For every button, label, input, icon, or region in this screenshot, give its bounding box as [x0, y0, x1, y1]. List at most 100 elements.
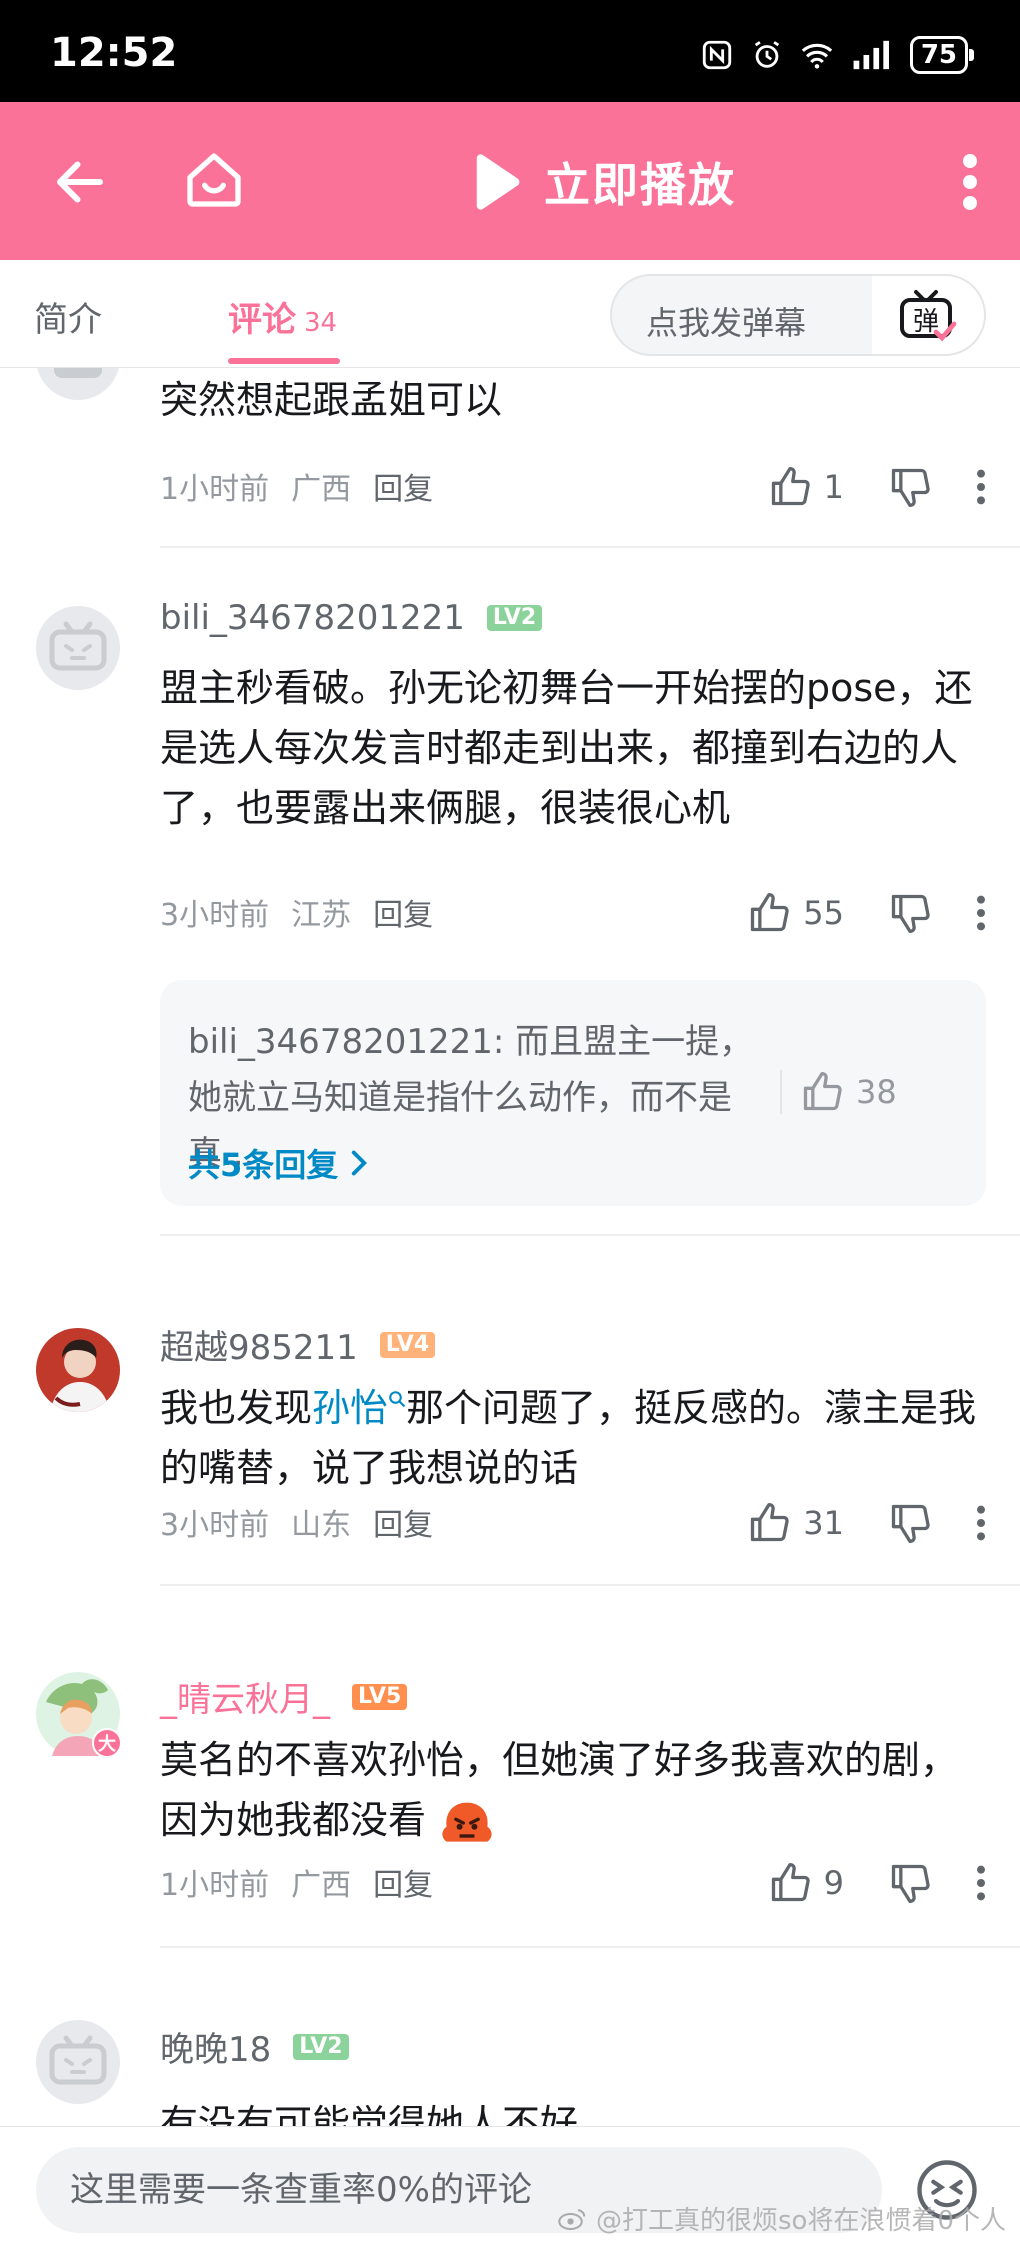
play-icon	[476, 154, 520, 210]
default-avatar-icon	[49, 2035, 107, 2085]
home-icon[interactable]	[182, 148, 246, 212]
avatar[interactable]	[36, 1328, 120, 1412]
comment-text: 盟主秒看破。孙无论初舞台一开始摆的pose，还是选人每次发言时都走到出来，都撞到…	[160, 666, 973, 830]
sub-reply-like[interactable]: 38	[780, 1070, 897, 1114]
thumbs-up-icon	[751, 893, 789, 932]
comment-time: 1小时前	[160, 472, 270, 507]
play-now-label: 立即播放	[544, 158, 736, 212]
like-button[interactable]: 31	[747, 1501, 844, 1545]
username[interactable]: _晴云秋月_ LV5	[160, 1672, 408, 1721]
view-all-replies-link[interactable]: 共5条回复	[188, 1140, 370, 1186]
username[interactable]: 晚晚18 LV2	[160, 2022, 349, 2071]
danmaku-toggle-button[interactable]: 弹	[872, 276, 984, 354]
battery-indicator: 75	[909, 36, 975, 74]
comment-actions: 9	[720, 1858, 1020, 1908]
default-avatar-icon	[49, 621, 107, 671]
username[interactable]: bili_34678201221 LV2	[160, 598, 543, 638]
comment-meta: 3小时前 山东 回复	[160, 1500, 433, 1544]
thumbs-down-icon[interactable]	[888, 1861, 932, 1905]
comment-more-icon[interactable]	[976, 891, 986, 935]
sub-like-count: 38	[856, 1073, 897, 1111]
avatar[interactable]: 大	[36, 1672, 122, 1758]
top-nav-bar: 立即播放	[0, 102, 1020, 260]
signal-icon	[853, 40, 889, 70]
comment-list: 突然想起跟孟姐可以 1小时前 广西 回复 1 bili_34678201221 …	[0, 368, 1020, 2126]
back-arrow-icon[interactable]	[50, 152, 110, 212]
chevron-right-icon	[352, 1150, 368, 1176]
thumbs-down-icon[interactable]	[888, 891, 932, 935]
like-count: 9	[823, 1864, 844, 1902]
reply-button[interactable]: 回复	[373, 890, 433, 934]
thumbs-down-icon[interactable]	[888, 465, 932, 509]
comment-more-icon[interactable]	[976, 1501, 986, 1545]
tab-comments[interactable]: 评论 34	[228, 292, 337, 341]
comment-count: 34	[304, 308, 338, 338]
reply-button[interactable]: 回复	[373, 1860, 433, 1904]
angry-emoji-icon	[442, 1802, 492, 1842]
status-time: 12:52	[50, 30, 178, 76]
sub-replies-box[interactable]: bili_34678201221: 而且盟主一提，她就立马知道是指什么动作，而不…	[160, 980, 986, 1206]
play-now-button[interactable]: 立即播放	[470, 144, 736, 220]
comment-time: 3小时前	[160, 898, 270, 933]
comment-actions: 55	[720, 888, 1020, 938]
divider	[160, 1946, 1020, 1948]
comment-more-icon[interactable]	[976, 1861, 986, 1905]
weibo-watermark: @打工真的很烦so将在浪惯着0个人	[558, 2200, 1006, 2237]
more-vertical-icon[interactable]	[960, 154, 980, 210]
thumbs-up-icon	[751, 1503, 789, 1542]
comment-meta: 1小时前 广西 回复	[160, 464, 433, 508]
level-badge: LV2	[293, 2033, 349, 2060]
thumbs-up-icon	[771, 467, 810, 506]
search-icon	[389, 1391, 406, 1408]
comment-region: 广西	[291, 472, 352, 507]
status-bar: 12:52 75	[0, 0, 1020, 102]
danmaku-input[interactable]: 点我发弹幕 弹	[610, 274, 986, 356]
search-keyword-link[interactable]: 孙怡	[312, 1386, 388, 1430]
tab-intro[interactable]: 简介	[34, 292, 102, 341]
divider	[160, 546, 1020, 548]
comment-region: 广西	[291, 1868, 352, 1903]
comment-actions: 31	[720, 1498, 1020, 1548]
watermark-text: @打工真的很烦so将在浪惯着0个人	[596, 2206, 1006, 2236]
comment-text: 有没有可能觉得她人不好	[160, 2102, 579, 2126]
like-count: 1	[823, 468, 844, 506]
level-badge: LV2	[486, 605, 543, 631]
tab-comments-label: 评论	[228, 300, 296, 340]
view-all-replies-label: 共5条回复	[188, 1146, 339, 1184]
avatar[interactable]	[36, 606, 120, 690]
vip-badge: 大	[92, 1728, 122, 1758]
comment-more-icon[interactable]	[976, 465, 986, 509]
danmaku-tv-icon: 弹	[900, 290, 957, 342]
comment-text-content: 莫名的不喜欢孙怡，但她演了好多我喜欢的剧，因为她我都没看	[160, 1738, 959, 1842]
username-text: 超越985211	[160, 1328, 358, 1368]
tab-bar: 简介 评论 34 点我发弹幕 弹	[0, 260, 1020, 368]
comment-region: 江苏	[291, 898, 352, 933]
username-text: 晚晚18	[160, 2030, 272, 2070]
comment-text-part: 我也发现	[160, 1386, 313, 1430]
nfc-icon	[702, 40, 731, 70]
username[interactable]: 超越985211 LV4	[160, 1320, 436, 1369]
avatar[interactable]	[36, 368, 120, 400]
reply-button[interactable]: 回复	[373, 1500, 433, 1544]
like-count: 31	[803, 1504, 844, 1542]
comment-text: 我也发现孙怡 那个问题了，挺反感的。濛主是我的嘴替，说了我想说的话	[160, 1378, 980, 1498]
alarm-icon	[754, 41, 779, 68]
comment-meta: 3小时前 江苏 回复	[160, 890, 433, 934]
wifi-icon	[801, 43, 833, 69]
comment-meta: 1小时前 广西 回复	[160, 1860, 433, 1904]
comment-time: 1小时前	[160, 1868, 270, 1903]
thumbs-up-icon	[771, 1863, 810, 1902]
reply-button[interactable]: 回复	[373, 464, 433, 508]
weibo-logo-icon	[558, 2208, 586, 2230]
like-button[interactable]: 1	[768, 465, 844, 509]
like-button[interactable]: 55	[747, 891, 844, 935]
user-photo-avatar	[36, 1328, 120, 1412]
like-button[interactable]: 9	[768, 1861, 844, 1905]
thumbs-down-icon[interactable]	[888, 1501, 932, 1545]
avatar[interactable]	[36, 2020, 120, 2104]
danmaku-placeholder: 点我发弹幕	[646, 304, 807, 342]
comment-time: 3小时前	[160, 1508, 270, 1543]
comment-actions: 1	[720, 462, 1020, 512]
level-badge: LV5	[352, 1683, 408, 1710]
status-icons: 75	[700, 36, 975, 74]
